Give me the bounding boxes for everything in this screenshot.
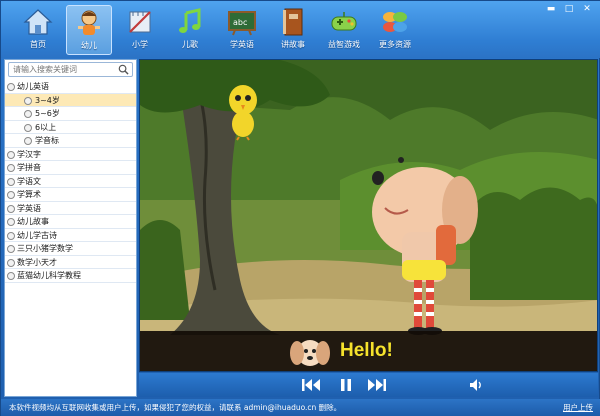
tree-item-label: 数学小天才 [17,257,57,267]
tree-item-label: 6以上 [35,122,57,132]
top-toolbar: 首页 幼儿 小学 儿歌 abc 学英语 讲故事 益智游戏 更多资源 ▬ □ ✕ [1,1,600,58]
tree-item-label: 学汉字 [17,149,41,159]
toolbar-home-label: 首页 [30,40,46,49]
tree-item-label: 幼儿学古诗 [17,230,57,240]
toolbar-home-button[interactable]: 首页 [15,5,61,55]
toolbar-child-label: 幼儿 [81,41,97,50]
expand-icon[interactable] [7,150,15,159]
tree-item-phonetics[interactable]: 学音标 [5,134,136,148]
tree-item-label: 蓝猫幼儿科学教程 [17,271,81,280]
tree-item-label: 幼儿故事 [17,217,49,226]
music-note-icon [179,8,201,33]
video-player[interactable]: Hello! [139,59,598,372]
minimize-button[interactable]: ▬ [543,3,559,15]
tree-item-label: 三只小猪学数学 [17,244,73,253]
search-icon[interactable] [118,64,129,75]
toolbar-child-button[interactable]: 幼儿 [66,5,112,55]
play-bullet-icon [24,137,32,145]
expand-icon[interactable] [7,164,15,172]
toolbar-songs-label: 儿歌 [182,40,198,49]
category-sidebar: 幼儿英语 3~4岁 5~6岁 6以上 学音标 学汉字 [4,59,137,397]
toolbar-english-label: 学英语 [230,40,254,49]
tree-item-kids-stories[interactable]: 幼儿故事 [5,215,136,229]
tree-item-chinese[interactable]: 学语文 [5,175,136,188]
tree-item-label: 3~4岁 [35,95,60,105]
tree-item-age-6-plus[interactable]: 6以上 [5,121,136,134]
pause-icon[interactable] [339,378,353,392]
subtitle-text: Hello! [340,340,393,361]
subtitle-bar: Hello! [140,331,597,371]
pinwheel-icon [383,12,407,32]
toolbar-story-label: 讲故事 [281,40,305,49]
toolbar-games-button[interactable]: 益智游戏 [321,5,367,55]
app-window: 首页 幼儿 小学 儿歌 abc 学英语 讲故事 益智游戏 更多资源 ▬ □ ✕ … [0,0,600,416]
expand-icon[interactable] [7,258,15,267]
play-bullet-icon [24,96,32,105]
tree-item-age-5-6[interactable]: 5~6岁 [5,107,136,121]
tree-item-label: 学音标 [35,136,59,145]
video-frame [140,60,597,371]
volume-icon[interactable] [469,378,483,392]
tree-item-chinese-chars[interactable]: 学汉字 [5,148,136,161]
close-button[interactable]: ✕ [579,3,595,15]
copyright-notice: 本软件视频均从互联网收集或用户上传，如果侵犯了您的权益，请联系 admin@ih… [9,403,342,412]
toolbar-games-label: 益智游戏 [328,40,360,49]
user-upload-link[interactable]: 用户上传 [563,399,593,416]
play-bullet-icon [24,123,32,132]
chalkboard-icon: abc [228,11,256,36]
tree-item-label: 学算术 [17,190,41,199]
toolbar-primary-label: 小学 [132,40,148,49]
expand-icon[interactable] [7,231,15,240]
tree-item-english[interactable]: 学英语 [5,202,136,215]
svg-text:abc: abc [233,18,247,27]
tree-item-blue-cat-science[interactable]: 蓝猫幼儿科学教程 [5,269,136,283]
book-icon [283,8,303,36]
ruler-icon [129,11,151,33]
toolbar-story-button[interactable]: 讲故事 [270,5,316,55]
tree-item-label: 学英语 [17,203,41,213]
previous-icon[interactable] [301,378,321,392]
toolbar-english-button[interactable]: abc 学英语 [219,5,265,55]
tree-item-arithmetic[interactable]: 学算术 [5,188,136,202]
search-box [8,62,133,77]
playback-controls [139,373,598,397]
next-icon[interactable] [367,378,387,392]
category-tree: 幼儿英语 3~4岁 5~6岁 6以上 学音标 学汉字 学拼音 学语文 学算术 学… [5,80,136,283]
tree-item-label: 学语文 [17,176,41,186]
tree-item-math-genius[interactable]: 数学小天才 [5,256,136,269]
tree-item-label: 5~6岁 [35,109,60,118]
collapse-icon[interactable] [7,83,15,91]
tree-item-age-3-4[interactable]: 3~4岁 [5,93,136,107]
toolbar-songs-button[interactable]: 儿歌 [167,5,213,55]
tree-item-label: 学拼音 [17,163,41,172]
expand-icon[interactable] [7,218,15,226]
toolbar-more-label: 更多资源 [379,40,411,49]
tree-item-kids-english[interactable]: 幼儿英语 [5,80,136,94]
tree-item-ancient-poems[interactable]: 幼儿学古诗 [5,229,136,242]
search-input[interactable] [9,63,114,76]
tree-item-three-pigs-math[interactable]: 三只小猪学数学 [5,242,136,256]
home-icon [23,9,53,35]
puppy-face-icon [290,340,330,366]
tree-item-pinyin[interactable]: 学拼音 [5,161,136,175]
expand-icon[interactable] [7,177,15,186]
toolbar-primary-button[interactable]: 小学 [117,5,163,55]
toolbar-more-button[interactable]: 更多资源 [370,5,420,55]
expand-icon[interactable] [7,272,15,280]
expand-icon[interactable] [7,191,15,199]
child-icon [78,10,100,35]
expand-icon[interactable] [7,204,15,213]
expand-icon[interactable] [7,245,15,253]
maximize-button[interactable]: □ [561,3,577,15]
tree-item-label: 幼儿英语 [17,82,49,91]
gamepad-icon [331,12,357,31]
status-bar: 本软件视频均从互联网收集或用户上传，如果侵犯了您的权益，请联系 admin@ih… [1,399,600,416]
play-bullet-icon [24,110,32,118]
